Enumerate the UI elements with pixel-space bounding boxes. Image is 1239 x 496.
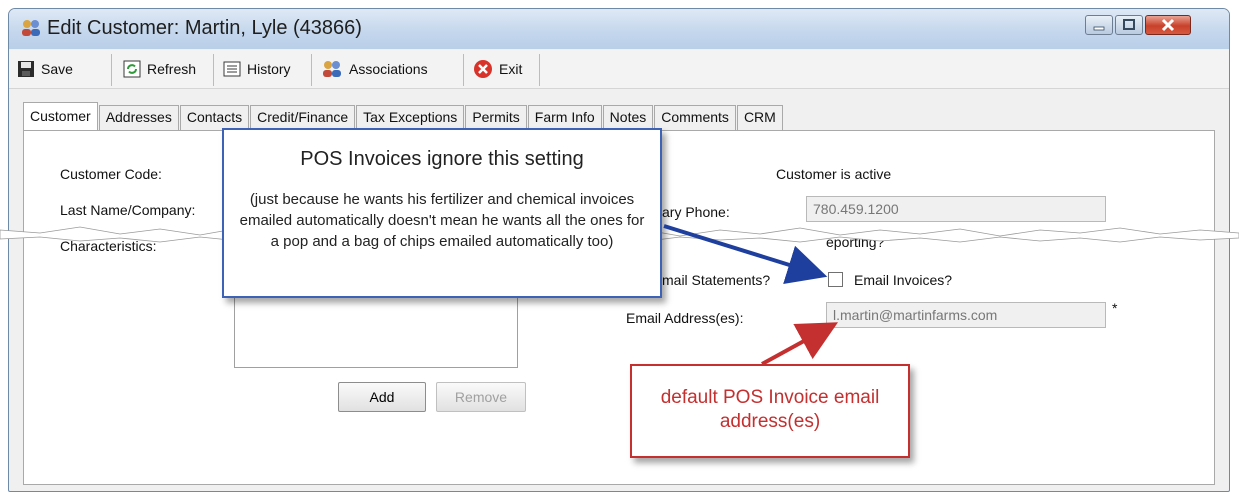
associations-label: Associations: [349, 61, 428, 77]
default-email-callout: default POS Invoice email address(es): [630, 364, 910, 458]
tab-addresses[interactable]: Addresses: [98, 105, 179, 131]
save-label: Save: [41, 61, 73, 77]
toolbar-separator: [213, 54, 214, 86]
email-address-label: Email Address(es):: [626, 310, 744, 326]
exit-button[interactable]: Exit: [473, 56, 522, 82]
email-invoices-label: Email Invoices?: [854, 272, 953, 288]
primary-phone-field[interactable]: 780.459.1200: [806, 196, 1106, 222]
save-button[interactable]: Save: [17, 56, 73, 82]
toolbar: Save Refresh History Associations Exit: [9, 50, 1229, 89]
customer-active-status: Customer is active: [776, 166, 892, 182]
add-button[interactable]: Add: [338, 382, 426, 412]
close-button[interactable]: [1145, 15, 1191, 35]
refresh-icon: [123, 60, 141, 78]
exit-x-icon: [474, 60, 492, 78]
exit-label: Exit: [499, 61, 523, 77]
email-invoices-checkbox[interactable]: [828, 272, 843, 287]
floppy-disk-icon: [18, 61, 34, 77]
toolbar-separator: [539, 54, 540, 86]
refresh-button[interactable]: Refresh: [123, 56, 196, 82]
toolbar-separator: [463, 54, 464, 86]
last-name-label: Last Name/Company:: [60, 202, 196, 218]
remove-button: Remove: [436, 382, 526, 412]
title-bar[interactable]: Edit Customer: Martin, Lyle (43866): [9, 9, 1229, 49]
maximize-button[interactable]: [1115, 15, 1143, 35]
tab-crm[interactable]: CRM: [736, 105, 783, 131]
refresh-label: Refresh: [147, 61, 197, 77]
window-title: Edit Customer: Martin, Lyle (43866): [47, 17, 362, 39]
minimize-button[interactable]: [1085, 15, 1113, 35]
required-marker: *: [1112, 300, 1118, 316]
toolbar-separator: [311, 54, 312, 86]
people-icon: [323, 61, 341, 77]
toolbar-separator: [111, 54, 112, 86]
customer-code-label: Customer Code:: [60, 166, 162, 182]
tab-comments[interactable]: Comments: [654, 105, 736, 131]
minimize-icon: [1093, 26, 1105, 31]
callout-body: (just because he wants his fertilizer an…: [239, 191, 645, 250]
history-button[interactable]: History: [223, 56, 291, 82]
associations-button[interactable]: Associations: [321, 56, 428, 82]
email-address-field[interactable]: l.martin@martinfarms.com: [826, 302, 1106, 328]
primary-phone-label: ary Phone:: [662, 204, 730, 220]
email-statements-label: mail Statements?: [662, 272, 771, 288]
history-list-icon: [223, 61, 241, 77]
restore-icon: [1123, 19, 1135, 30]
history-label: History: [247, 61, 291, 77]
customer-group-icon: [22, 20, 40, 36]
pos-invoices-callout: POS Invoices ignore this setting (just b…: [222, 128, 662, 298]
close-icon: [1161, 18, 1175, 32]
callout-heading: POS Invoices ignore this setting: [300, 148, 584, 170]
